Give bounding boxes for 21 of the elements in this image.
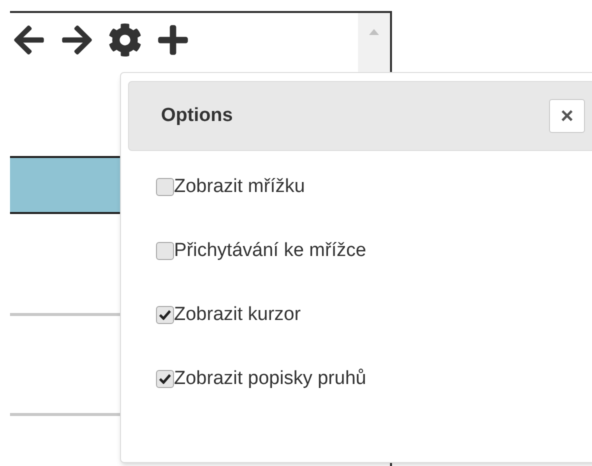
checkbox[interactable] [156,242,174,260]
settings-icon[interactable] [108,23,142,57]
option-checkbox[interactable]: Přichytávání ke mřížce [156,235,592,267]
close-button[interactable]: × [549,99,585,133]
add-icon[interactable] [156,23,190,57]
dialog-title: Options [161,104,233,128]
checkbox[interactable] [156,370,174,388]
checkbox[interactable] [156,306,174,324]
scrollbar[interactable] [358,13,390,73]
option-label: Zobrazit popisky pruhů [174,366,366,391]
check-icon [159,310,171,320]
option-label: Zobrazit kurzor [174,302,301,327]
forward-arrow-icon[interactable] [60,23,94,57]
option-checkbox[interactable]: Zobrazit popisky pruhů [156,363,592,395]
back-arrow-icon[interactable] [12,23,46,57]
option-checkbox[interactable]: Zobrazit kurzor [156,299,592,331]
option-checkbox[interactable]: Zobrazit mřížku [156,171,592,203]
option-label: Přichytávání ke mřížce [174,238,366,263]
check-icon [159,374,171,384]
checkbox[interactable] [156,178,174,196]
option-label: Zobrazit mřížku [174,174,305,199]
